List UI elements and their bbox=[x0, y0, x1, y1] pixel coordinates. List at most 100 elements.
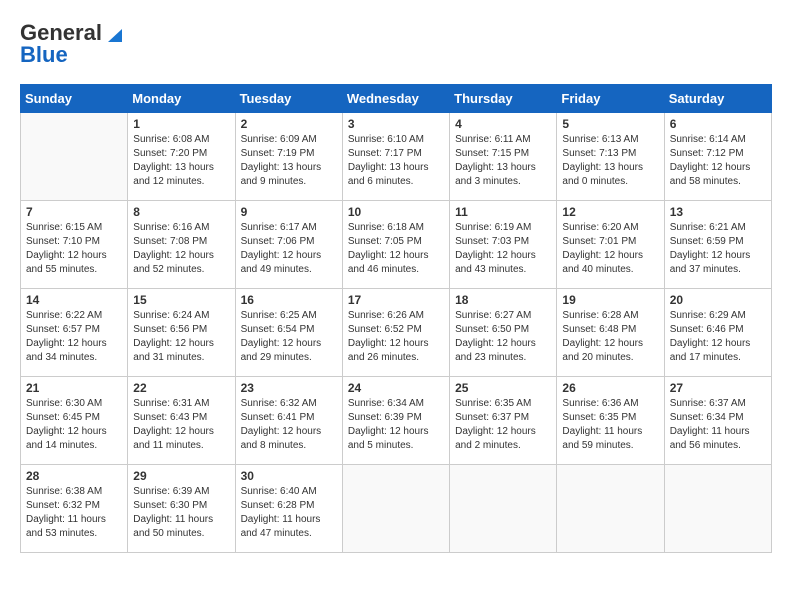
calendar-cell bbox=[450, 465, 557, 553]
day-number: 15 bbox=[133, 293, 229, 307]
calendar-cell: 12 Sunrise: 6:20 AM Sunset: 7:01 PM Dayli… bbox=[557, 201, 664, 289]
day-number: 19 bbox=[562, 293, 658, 307]
day-info: Sunrise: 6:10 AM Sunset: 7:17 PM Dayligh… bbox=[348, 133, 444, 189]
calendar-cell: 29Sunrise: 6:39 AM Sunset: 6:30 PM Dayli… bbox=[128, 465, 235, 553]
calendar-cell: 24 Sunrise: 6:34 AM Sunset: 6:39 PM Dayli… bbox=[342, 377, 449, 465]
day-number: 24 bbox=[348, 381, 444, 395]
day-number: 7 bbox=[26, 205, 122, 219]
day-info: Sunrise: 6:37 AM Sunset: 6:34 PM Dayligh… bbox=[670, 397, 766, 453]
day-number: 9 bbox=[241, 205, 337, 219]
calendar-week-row: 28 Sunrise: 6:38 AM Sunset: 6:32 PM Dayli… bbox=[21, 465, 772, 553]
day-number: 29 bbox=[133, 469, 229, 483]
day-number: 4 bbox=[455, 117, 551, 131]
day-number: 27 bbox=[670, 381, 766, 395]
day-number: 20 bbox=[670, 293, 766, 307]
calendar-cell: 22Sunrise: 6:31 AM Sunset: 6:43 PM Dayli… bbox=[128, 377, 235, 465]
calendar-cell: 28 Sunrise: 6:38 AM Sunset: 6:32 PM Dayli… bbox=[21, 465, 128, 553]
calendar-cell: 3 Sunrise: 6:10 AM Sunset: 7:17 PM Daylig… bbox=[342, 113, 449, 201]
calendar-cell: 11 Sunrise: 6:19 AM Sunset: 7:03 PM Dayli… bbox=[450, 201, 557, 289]
day-number: 6 bbox=[670, 117, 766, 131]
day-info: Sunrise: 6:09 AM Sunset: 7:19 PM Dayligh… bbox=[241, 133, 337, 189]
calendar-week-row: 7 Sunrise: 6:15 AM Sunset: 7:10 PM Daylig… bbox=[21, 201, 772, 289]
calendar-cell: 25Sunrise: 6:35 AM Sunset: 6:37 PM Dayli… bbox=[450, 377, 557, 465]
calendar-cell: 14 Sunrise: 6:22 AM Sunset: 6:57 PM Dayli… bbox=[21, 289, 128, 377]
day-number: 13 bbox=[670, 205, 766, 219]
calendar-week-row: 1 Sunrise: 6:08 AM Sunset: 7:20 PM Daylig… bbox=[21, 113, 772, 201]
day-info: Sunrise: 6:16 AM Sunset: 7:08 PM Dayligh… bbox=[133, 221, 229, 277]
calendar-cell: 13 Sunrise: 6:21 AM Sunset: 6:59 PM Dayli… bbox=[664, 201, 771, 289]
day-info: Sunrise: 6:26 AM Sunset: 6:52 PM Dayligh… bbox=[348, 309, 444, 365]
day-info: Sunrise: 6:29 AM Sunset: 6:46 PM Dayligh… bbox=[670, 309, 766, 365]
day-info: Sunrise: 6:14 AM Sunset: 7:12 PM Dayligh… bbox=[670, 133, 766, 189]
calendar-header: SundayMondayTuesdayWednesdayThursdayFrid… bbox=[21, 85, 772, 113]
day-number: 12 bbox=[562, 205, 658, 219]
day-number: 11 bbox=[455, 205, 551, 219]
day-info: Sunrise: 6:31 AM Sunset: 6:43 PM Dayligh… bbox=[133, 397, 229, 453]
calendar-week-row: 14 Sunrise: 6:22 AM Sunset: 6:57 PM Dayli… bbox=[21, 289, 772, 377]
calendar-cell bbox=[664, 465, 771, 553]
day-info: Sunrise: 6:11 AM Sunset: 7:15 PM Dayligh… bbox=[455, 133, 551, 189]
day-info: Sunrise: 6:40 AM Sunset: 6:28 PM Dayligh… bbox=[241, 485, 337, 541]
day-info: Sunrise: 6:34 AM Sunset: 6:39 PM Dayligh… bbox=[348, 397, 444, 453]
calendar-cell: 21 Sunrise: 6:30 AM Sunset: 6:45 PM Dayli… bbox=[21, 377, 128, 465]
calendar-cell: 16 Sunrise: 6:25 AM Sunset: 6:54 PM Dayli… bbox=[235, 289, 342, 377]
day-info: Sunrise: 6:28 AM Sunset: 6:48 PM Dayligh… bbox=[562, 309, 658, 365]
day-info: Sunrise: 6:32 AM Sunset: 6:41 PM Dayligh… bbox=[241, 397, 337, 453]
day-info: Sunrise: 6:30 AM Sunset: 6:45 PM Dayligh… bbox=[26, 397, 122, 453]
day-info: Sunrise: 6:19 AM Sunset: 7:03 PM Dayligh… bbox=[455, 221, 551, 277]
day-info: Sunrise: 6:21 AM Sunset: 6:59 PM Dayligh… bbox=[670, 221, 766, 277]
logo: General Blue bbox=[20, 20, 122, 68]
calendar-cell: 26 Sunrise: 6:36 AM Sunset: 6:35 PM Dayli… bbox=[557, 377, 664, 465]
day-number: 16 bbox=[241, 293, 337, 307]
calendar-cell: 15 Sunrise: 6:24 AM Sunset: 6:56 PM Dayli… bbox=[128, 289, 235, 377]
logo-icon bbox=[104, 24, 122, 42]
day-number: 17 bbox=[348, 293, 444, 307]
calendar-cell: 20 Sunrise: 6:29 AM Sunset: 6:46 PM Dayli… bbox=[664, 289, 771, 377]
day-number: 23 bbox=[241, 381, 337, 395]
weekday-header-friday: Friday bbox=[557, 85, 664, 113]
weekday-header-row: SundayMondayTuesdayWednesdayThursdayFrid… bbox=[21, 85, 772, 113]
calendar-cell: 23 Sunrise: 6:32 AM Sunset: 6:41 PM Dayli… bbox=[235, 377, 342, 465]
page-header: General Blue bbox=[20, 20, 772, 68]
day-number: 10 bbox=[348, 205, 444, 219]
day-number: 25 bbox=[455, 381, 551, 395]
calendar-cell: 7 Sunrise: 6:15 AM Sunset: 7:10 PM Daylig… bbox=[21, 201, 128, 289]
calendar-week-row: 21 Sunrise: 6:30 AM Sunset: 6:45 PM Dayli… bbox=[21, 377, 772, 465]
day-info: Sunrise: 6:36 AM Sunset: 6:35 PM Dayligh… bbox=[562, 397, 658, 453]
calendar-cell: 10 Sunrise: 6:18 AM Sunset: 7:05 PM Dayli… bbox=[342, 201, 449, 289]
calendar-cell: 19 Sunrise: 6:28 AM Sunset: 6:48 PM Dayli… bbox=[557, 289, 664, 377]
calendar-cell bbox=[21, 113, 128, 201]
calendar-cell bbox=[557, 465, 664, 553]
calendar-cell: 27 Sunrise: 6:37 AM Sunset: 6:34 PM Dayli… bbox=[664, 377, 771, 465]
calendar-cell: 8Sunrise: 6:16 AM Sunset: 7:08 PM Daylig… bbox=[128, 201, 235, 289]
day-info: Sunrise: 6:27 AM Sunset: 6:50 PM Dayligh… bbox=[455, 309, 551, 365]
day-number: 5 bbox=[562, 117, 658, 131]
day-info: Sunrise: 6:18 AM Sunset: 7:05 PM Dayligh… bbox=[348, 221, 444, 277]
weekday-header-thursday: Thursday bbox=[450, 85, 557, 113]
day-number: 1 bbox=[133, 117, 229, 131]
day-info: Sunrise: 6:15 AM Sunset: 7:10 PM Dayligh… bbox=[26, 221, 122, 277]
day-info: Sunrise: 6:38 AM Sunset: 6:32 PM Dayligh… bbox=[26, 485, 122, 541]
weekday-header-saturday: Saturday bbox=[664, 85, 771, 113]
day-info: Sunrise: 6:08 AM Sunset: 7:20 PM Dayligh… bbox=[133, 133, 229, 189]
day-info: Sunrise: 6:13 AM Sunset: 7:13 PM Dayligh… bbox=[562, 133, 658, 189]
day-number: 3 bbox=[348, 117, 444, 131]
day-number: 21 bbox=[26, 381, 122, 395]
day-number: 28 bbox=[26, 469, 122, 483]
logo-blue: Blue bbox=[20, 42, 68, 68]
calendar-cell: 18 Sunrise: 6:27 AM Sunset: 6:50 PM Dayli… bbox=[450, 289, 557, 377]
weekday-header-wednesday: Wednesday bbox=[342, 85, 449, 113]
day-info: Sunrise: 6:24 AM Sunset: 6:56 PM Dayligh… bbox=[133, 309, 229, 365]
day-number: 30 bbox=[241, 469, 337, 483]
day-info: Sunrise: 6:22 AM Sunset: 6:57 PM Dayligh… bbox=[26, 309, 122, 365]
day-number: 14 bbox=[26, 293, 122, 307]
calendar-cell: 30 Sunrise: 6:40 AM Sunset: 6:28 PM Dayli… bbox=[235, 465, 342, 553]
weekday-header-monday: Monday bbox=[128, 85, 235, 113]
calendar-table: SundayMondayTuesdayWednesdayThursdayFrid… bbox=[20, 84, 772, 553]
day-number: 18 bbox=[455, 293, 551, 307]
calendar-cell: 9Sunrise: 6:17 AM Sunset: 7:06 PM Daylig… bbox=[235, 201, 342, 289]
day-info: Sunrise: 6:25 AM Sunset: 6:54 PM Dayligh… bbox=[241, 309, 337, 365]
day-info: Sunrise: 6:20 AM Sunset: 7:01 PM Dayligh… bbox=[562, 221, 658, 277]
calendar-cell: 4 Sunrise: 6:11 AM Sunset: 7:15 PM Daylig… bbox=[450, 113, 557, 201]
day-number: 26 bbox=[562, 381, 658, 395]
